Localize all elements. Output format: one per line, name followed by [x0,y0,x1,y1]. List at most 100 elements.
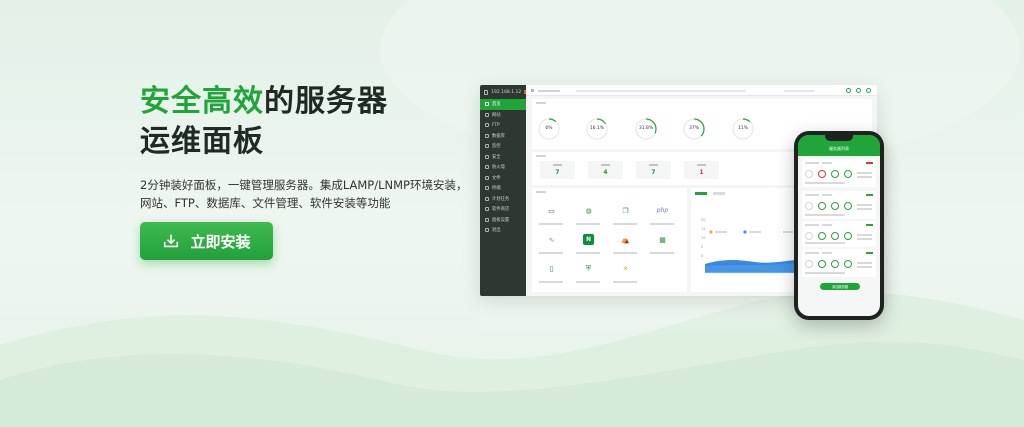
mock-sidebar-label: 终端 [492,186,501,192]
mock-app-pipe: ▯ [536,261,566,289]
mock-sidebar-item: 监控 [480,141,526,152]
mock-chart-ytick: 5 [701,245,704,249]
install-now-button[interactable]: 立即安装 [140,222,273,260]
mock-sidebar-label: 面板设置 [492,217,510,223]
mock-sidebar-icon [485,144,489,149]
mock-help-icon [846,88,851,93]
mock-sidebar-item: FTP [480,120,526,131]
monitor-icon: ▭ [548,206,555,215]
hero-section: 安全高效的服务器 运维面板 2分钟装好面板，一键管理服务器。集成LAMP/LNM… [140,82,467,212]
mock-brand-text: 192.168.1.12 [491,89,522,95]
phone-mini-gauge [844,232,852,240]
mock-app-lamp: ⛺ [610,232,640,260]
mock-sidebar-label: 安全 [492,154,501,160]
phone-add-server-label: 添加服务器 [832,285,848,289]
phone-mini-gauge [831,202,839,210]
mock-card-title [536,155,546,157]
mock-sidebar-icon [485,165,489,170]
phone-server-card [802,221,876,247]
mock-user-icon [531,89,534,92]
grid-icon: ▦ [659,235,666,244]
mock-traffic-tabs [695,192,725,195]
phone-screen: 服务器列表 添加服务器 [798,135,880,316]
mock-gauge-value: 16.1% [589,126,605,131]
mock-sidebar-icon [485,228,489,233]
mock-logo-icon [484,89,489,95]
download-icon [164,234,179,248]
phone-notch [825,135,853,141]
mock-app-globe: ◍ [573,203,603,231]
mock-stat-box: 7 [636,161,671,179]
mock-sidebar-icon [485,123,489,128]
mock-sidebar-icon [485,196,489,201]
mock-sidebar-icon [485,154,489,159]
phone-mini-gauge [844,170,852,178]
mock-gauge-value: 37% [688,126,699,131]
mock-stat-value: 4 [603,169,608,176]
mock-sidebar-label: 软件商店 [492,207,510,213]
shield-icon: ⛨ [585,264,592,272]
phone-server-card [802,159,876,187]
mock-gauge-value: 6% [545,126,553,131]
globe-icon: ◍ [585,206,592,215]
mock-app-tools: ✕ [610,261,640,289]
php-icon: php [656,207,669,214]
mock-sidebar-label: 防火墙 [492,165,505,171]
mock-stat-box: 4 [588,161,623,179]
mock-sidebar-icon [485,207,489,212]
mock-sidebar-item: 数据库 [480,131,526,142]
mock-stat-value: 7 [555,169,560,176]
mock-sidebar-item: 首页 [480,99,526,110]
mock-sidebar-label: 数据库 [492,133,505,139]
mock-stat-box: 7 [540,161,575,179]
mock-sidebar-icon [485,133,489,138]
phone-server-card [802,249,876,277]
tomcat-icon: ∿ [548,235,555,244]
phone-mini-gauge [818,232,826,240]
mock-sidebar-label: 计划任务 [492,196,510,202]
mock-gauge-value: 11% [737,126,748,131]
mock-sidebar-item: 软件商店 [480,204,526,215]
phone-mini-gauge [844,202,852,210]
install-now-label: 立即安装 [190,232,251,251]
mock-sidebar-icon [485,217,489,222]
mock-chart-ytick: 20 [701,218,706,222]
hero-description: 2分钟装好面板，一键管理服务器。集成LAMP/LNMP环境安装， 网站、FTP、… [140,176,467,212]
mock-sidebar-icon [485,175,489,180]
mock-app-tomcat: ∿ [536,232,566,260]
hero-title: 安全高效的服务器 运维面板 [140,82,467,162]
mock-sidebar-icon [485,186,489,191]
phone-add-server-button[interactable]: 添加服务器 [820,283,860,290]
mock-app-nginx: N [573,232,603,260]
hero-desc-line1: 2分钟装好面板，一键管理服务器。集成LAMP/LNMP环境安装， [140,178,468,192]
mock-sidebar-item: 计划任务 [480,194,526,205]
mock-chart-ytick: 0 [701,254,704,258]
mock-sidebar: 192.168.1.12 首页 网站 FTP 数据库 监控 安全 防火墙 文件 终端 计划任务 软件… [480,85,526,296]
mock-tab [713,192,725,195]
mock-sidebar-item: 退出 [480,225,526,236]
phone-mini-gauge [805,232,813,240]
lamp-icon: ⛺ [621,235,630,244]
phone-mini-gauge [805,202,813,210]
mock-app-grid: ▦ [647,232,677,260]
nginx-icon: N [583,234,594,245]
phone-mini-gauge [818,170,826,178]
mock-sidebar-icon [485,112,489,117]
mock-sidebar-item: 防火墙 [480,162,526,173]
phone-mini-gauge [818,202,826,210]
mock-stat-value: 1 [699,169,704,176]
phone-mini-gauge [818,260,826,268]
mock-stat-box: 1 [684,161,719,179]
phone-mini-gauge [831,170,839,178]
mock-tab [695,192,707,195]
phone-server-card [802,191,876,219]
mock-sidebar-item: 文件 [480,173,526,184]
phone-mini-gauge [831,260,839,268]
tools-icon: ✕ [622,264,629,273]
mock-app-window: ❐ [610,203,640,231]
hero-title-line2: 运维面板 [140,124,264,159]
mock-brand: 192.168.1.12 [480,85,526,99]
mock-app-monitor: ▭ [536,203,566,231]
hero-title-rest: 的服务器 [264,84,388,119]
hero-desc-line2: 网站、FTP、数据库、文件管理、软件安装等功能 [140,196,391,210]
